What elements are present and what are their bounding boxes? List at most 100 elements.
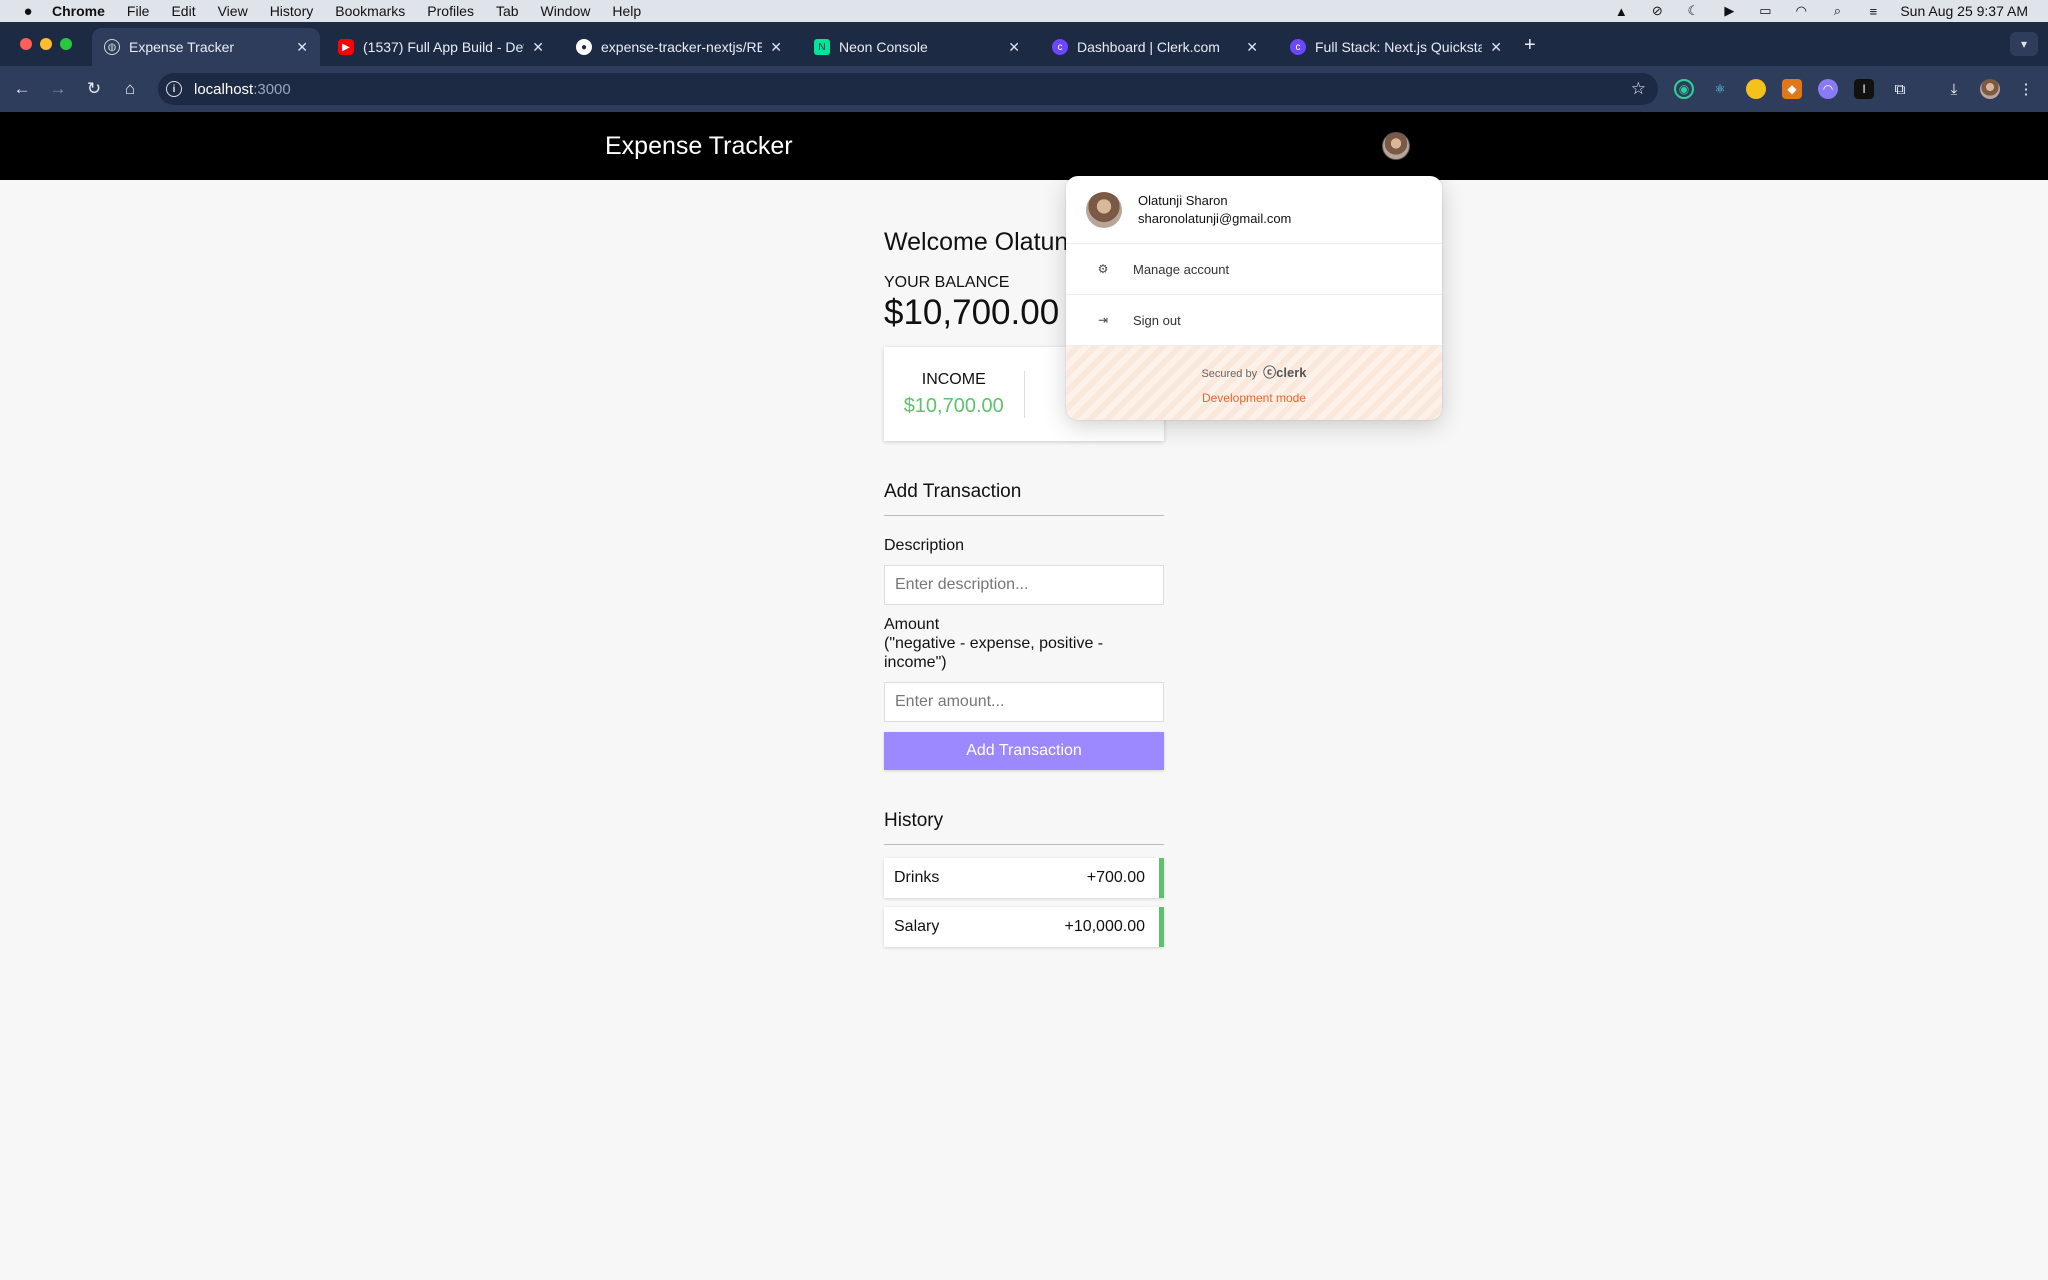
menu-clock[interactable]: Sun Aug 25 9:37 AM	[1900, 3, 2028, 19]
menu-tab[interactable]: Tab	[496, 3, 519, 19]
amount-label-text: Amount	[884, 616, 940, 633]
close-tab-icon[interactable]: ✕	[1246, 39, 1258, 56]
address-bar[interactable]: i localhost:3000 ☆	[158, 73, 1658, 105]
metamask-icon[interactable]: ◆	[1782, 79, 1802, 99]
income-value: $10,700.00	[903, 394, 1004, 417]
popover-footer: Secured by ⓒclerk Development mode	[1066, 346, 1442, 420]
tab-neon[interactable]: N Neon Console ✕	[802, 28, 1032, 66]
menu-help[interactable]: Help	[612, 3, 641, 19]
menu-history[interactable]: History	[270, 3, 314, 19]
history-item[interactable]: Salary +10,000.00	[884, 907, 1164, 947]
close-tab-icon[interactable]: ✕	[770, 39, 782, 56]
github-icon: ●	[576, 39, 592, 55]
focus-moon-icon[interactable]: ☾	[1684, 3, 1702, 18]
clerk-logo-icon: ⓒ	[1263, 365, 1277, 380]
tab-search-icon[interactable]: ▾	[2010, 32, 2038, 56]
clerk-icon: c	[1290, 39, 1306, 55]
user-avatar-button[interactable]	[1382, 132, 1410, 160]
battery-icon[interactable]: ▭	[1756, 3, 1774, 18]
tab-title: Neon Console	[839, 39, 928, 55]
history-item-text: Drinks	[894, 869, 940, 886]
chrome-profile-avatar[interactable]	[1980, 79, 2000, 99]
secured-by-label: Secured by	[1201, 368, 1258, 380]
history-item[interactable]: Drinks +700.00	[884, 858, 1164, 898]
amount-hint: ("negative - expense, positive - income"…	[884, 635, 1104, 671]
amount-input[interactable]: Enter amount...	[884, 682, 1164, 722]
browser-toolbar: ← → ↻ ⌂ i localhost:3000 ☆ ◉ ⚛ ◆ ◠ I ⧉ ⤓…	[0, 66, 2048, 112]
extensions-puzzle-icon[interactable]: ⧉	[1890, 79, 1910, 99]
history-heading: History	[884, 810, 1164, 845]
history-item-amount: +10,000.00	[1064, 918, 1145, 935]
minimize-window-icon[interactable]	[40, 38, 52, 50]
bookmark-star-icon[interactable]: ☆	[1631, 79, 1646, 99]
description-label: Description	[884, 537, 965, 554]
clerk-logo[interactable]: ⓒclerk	[1263, 365, 1306, 380]
forward-icon[interactable]: →	[46, 77, 70, 101]
close-tab-icon[interactable]: ✕	[1008, 39, 1020, 56]
back-icon[interactable]: ←	[10, 77, 34, 101]
development-mode-label: Development mode	[1201, 391, 1307, 405]
menu-profiles[interactable]: Profiles	[427, 3, 474, 19]
menu-file[interactable]: File	[127, 3, 150, 19]
manage-account-button[interactable]: ⚙ Manage account	[1066, 244, 1442, 295]
tab-clerk-dashboard[interactable]: c Dashboard | Clerk.com ✕	[1040, 28, 1270, 66]
chrome-menu-icon[interactable]: ⋮	[2016, 79, 2036, 99]
menu-window[interactable]: Window	[541, 3, 591, 19]
amount-label: Amount ("negative - expense, positive - …	[884, 615, 1164, 672]
popover-user-name: Olatunji Sharon	[1138, 192, 1228, 208]
tab-github[interactable]: ● expense-tracker-nextjs/READ ✕	[564, 28, 794, 66]
address-url[interactable]: localhost:3000	[194, 81, 291, 98]
close-tab-icon[interactable]: ✕	[532, 39, 544, 56]
extension-ghost-icon[interactable]: ◠	[1818, 79, 1838, 99]
menu-edit[interactable]: Edit	[171, 3, 195, 19]
macos-menu-bar: ● Chrome File Edit View History Bookmark…	[0, 0, 2048, 22]
wifi-icon[interactable]: ◠	[1792, 3, 1810, 18]
menu-bookmarks[interactable]: Bookmarks	[335, 3, 405, 19]
window-controls	[20, 38, 72, 50]
description-input[interactable]: Enter description...	[884, 565, 1164, 605]
menu-view[interactable]: View	[218, 3, 248, 19]
manage-account-label: Manage account	[1133, 261, 1230, 277]
extension-i-icon[interactable]: I	[1854, 79, 1874, 99]
income-column: INCOME $10,700.00	[884, 370, 1025, 418]
history-item-text: Salary	[894, 918, 940, 935]
extension-yellow-icon[interactable]	[1746, 79, 1766, 99]
tab-title: expense-tracker-nextjs/READ	[601, 39, 763, 55]
spotlight-search-icon[interactable]: ⌕	[1828, 3, 1846, 18]
site-info-icon[interactable]: i	[166, 81, 182, 97]
tab-nextjs-quickstart[interactable]: c Full Stack: Next.js Quickstart ✕	[1278, 28, 1514, 66]
home-icon[interactable]: ⌂	[118, 77, 142, 101]
control-center-icon[interactable]: ≡	[1864, 4, 1882, 19]
close-tab-icon[interactable]: ✕	[296, 39, 308, 56]
status-circle-icon[interactable]: ⊘	[1648, 3, 1666, 18]
reload-icon[interactable]: ↻	[82, 77, 106, 101]
tab-expense-tracker[interactable]: ◍ Expense Tracker ✕	[92, 28, 320, 66]
close-tab-icon[interactable]: ✕	[1490, 39, 1502, 56]
tab-title: Dashboard | Clerk.com	[1077, 39, 1220, 55]
popover-avatar	[1086, 191, 1122, 228]
app-title: Expense Tracker	[605, 132, 793, 160]
tab-title: (1537) Full App Build - Dev to	[363, 39, 524, 55]
downloads-icon[interactable]: ⤓	[1944, 79, 1964, 99]
add-transaction-button[interactable]: Add Transaction	[884, 732, 1164, 770]
sign-out-label: Sign out	[1133, 312, 1181, 328]
zoom-window-icon[interactable]	[60, 38, 72, 50]
sign-out-button[interactable]: ⇥ Sign out	[1066, 295, 1442, 346]
play-icon[interactable]: ▶	[1720, 3, 1738, 18]
add-transaction-heading: Add Transaction	[884, 481, 1164, 516]
menu-app-name[interactable]: Chrome	[52, 3, 105, 19]
youtube-icon: ▶	[338, 39, 354, 55]
popover-user-email: sharonolatunji@gmail.com	[1138, 210, 1292, 226]
income-label: INCOME	[921, 370, 986, 388]
new-tab-icon[interactable]: +	[1524, 34, 1536, 57]
gear-icon: ⚙	[1097, 262, 1109, 276]
globe-icon: ◍	[104, 39, 120, 55]
url-port: :3000	[253, 80, 291, 98]
history-item-amount: +700.00	[1086, 869, 1145, 886]
status-app-icon[interactable]: ▲	[1612, 4, 1630, 19]
tab-youtube[interactable]: ▶ (1537) Full App Build - Dev to ✕	[326, 28, 556, 66]
apple-icon[interactable]: ●	[18, 3, 38, 20]
extension-target-icon[interactable]: ◉	[1674, 79, 1694, 99]
close-window-icon[interactable]	[20, 38, 32, 50]
react-devtools-icon[interactable]: ⚛	[1710, 79, 1730, 99]
